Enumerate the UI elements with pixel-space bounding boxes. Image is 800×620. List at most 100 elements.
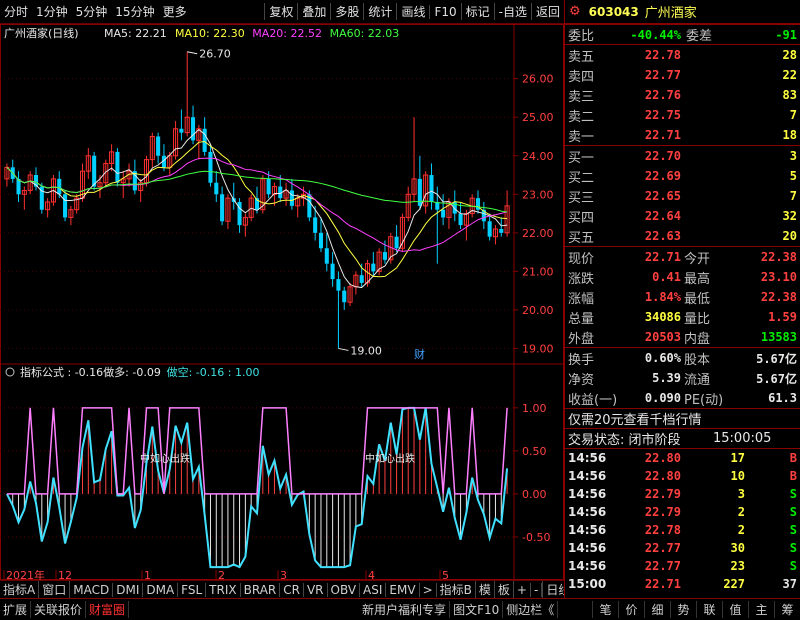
book-volume: 83 <box>782 88 797 102</box>
stat-row: 涨幅 1.84% 最低 22.38 <box>565 287 800 307</box>
book-label: 买二 <box>568 170 595 186</box>
toolbar-4[interactable]: 更多 <box>159 3 191 20</box>
candle-body <box>202 128 207 152</box>
candle-body <box>214 182 219 195</box>
toolbar-right-8[interactable]: 返回 <box>530 3 564 20</box>
stat-label: 涨幅 <box>568 291 595 307</box>
settings-icon[interactable]: ⚙ <box>569 4 581 19</box>
stat-label: 今开 <box>684 251 711 267</box>
bottom-tab-0[interactable]: 扩展 <box>0 601 32 618</box>
tick-direction: S <box>789 505 797 519</box>
chart-title: 广州酒家(日线) <box>4 26 79 40</box>
ind-tick-label: 0.50 <box>522 445 547 458</box>
fund-row: 换手 0.60% 股本 5.67亿 <box>565 348 800 368</box>
bottom-tab-2[interactable]: 财富圈 <box>86 601 130 618</box>
book-price: 22.69 <box>644 169 681 183</box>
book-row: 买四 22.64 32 <box>565 206 800 226</box>
toolbar-right-7[interactable]: -自选 <box>493 3 531 20</box>
indicator-tab-2[interactable]: MACD <box>70 582 114 597</box>
fund-label: 净资 <box>568 372 595 388</box>
toolbar-right-1[interactable]: 叠加 <box>297 3 330 20</box>
tick-price: 22.79 <box>644 505 681 519</box>
tick-direction: S <box>789 541 797 555</box>
stat-label: 最高 <box>684 271 711 287</box>
bottom-right-4[interactable]: 联 <box>696 601 722 618</box>
weibi-value: -40.44% <box>630 27 681 42</box>
candle-body <box>266 178 271 195</box>
fund-value: 5.39 <box>652 371 681 385</box>
bottom-right-5[interactable]: 值 <box>722 601 748 618</box>
book-price: 22.78 <box>644 48 681 62</box>
indicator-tab-14[interactable]: 指标B <box>437 581 476 598</box>
ma-label: MA10: 22.30 <box>175 27 245 40</box>
bottom-tab-1[interactable]: 关联报价 <box>31 601 87 618</box>
bottom-right-7[interactable]: 筹 <box>774 601 800 618</box>
indicator-tab-8[interactable]: CR <box>280 582 304 597</box>
ask-book: 卖五 22.78 28 卖四 22.77 22 卖三 22.76 83 卖二 22.75 7 卖一 22.… <box>565 44 800 145</box>
candle-body <box>208 151 213 183</box>
toolbar-right-2[interactable]: 多股 <box>330 3 363 20</box>
candle-body <box>318 232 324 249</box>
book-label: 买三 <box>568 190 595 206</box>
stat-row: 总量 34086 量比 1.59 <box>565 307 800 327</box>
indicator-tab-17[interactable]: + <box>514 582 531 597</box>
candle-body <box>394 236 399 249</box>
indicator-tab-12[interactable]: EMV <box>386 582 420 597</box>
indicator-tab-6[interactable]: TRIX <box>206 582 241 597</box>
book-row: 买五 22.63 20 <box>565 226 800 246</box>
bottom-right-1[interactable]: 价 <box>618 601 644 618</box>
bottom-right-3[interactable]: 势 <box>670 601 696 618</box>
book-volume: 18 <box>782 128 797 142</box>
indicator-tab-15[interactable]: 模 <box>476 581 495 598</box>
fund-label: PE(动) <box>684 392 724 408</box>
stat-label: 外盘 <box>568 331 595 347</box>
indicator-tab-18[interactable]: - <box>531 582 543 597</box>
stat-label: 总量 <box>568 311 595 327</box>
book-row: 卖三 22.76 83 <box>565 85 800 105</box>
stat-row: 外盘 20503 内盘 13583 <box>565 327 800 347</box>
indicator-tab-0[interactable]: 指标A <box>0 581 40 598</box>
indicator-tab-13[interactable]: > <box>420 582 437 597</box>
tick-direction: B <box>789 469 797 483</box>
toolbar-1[interactable]: 1分钟 <box>32 3 72 20</box>
promo-row[interactable]: 仅需20元查看千档行情 <box>565 408 800 428</box>
toolbar-0[interactable]: 分时 <box>0 3 32 20</box>
indicator-tab-1[interactable]: 窗口 <box>39 581 71 598</box>
toolbar-right-3[interactable]: 统计 <box>363 3 396 20</box>
indicator-tab-7[interactable]: BRAR <box>241 582 281 597</box>
toolbar-right-6[interactable]: 标记 <box>460 3 494 20</box>
toolbar-right-5[interactable]: F10 <box>429 4 460 19</box>
bottom-right-6[interactable]: 主 <box>748 601 774 618</box>
indicator-tab-4[interactable]: DMA <box>143 582 179 597</box>
kline-chart[interactable]: 广州酒家(日线) MA5: 22.21 MA10: 22.30 MA20: 22.52… <box>0 24 564 582</box>
indicator-tab-9[interactable]: VR <box>304 582 328 597</box>
status-row: 交易状态: 闭市阶段 15:00:05 <box>565 428 800 448</box>
fund-value: 61.3 <box>768 391 797 405</box>
bottom-right-0[interactable]: 笔 <box>592 601 618 618</box>
indicator-label: 指标公式 : -0.16 <box>20 365 103 379</box>
tick-time: 14:56 <box>568 505 607 519</box>
indicator-tab-16[interactable]: 板 <box>495 581 514 598</box>
tick-time: 14:56 <box>568 559 607 573</box>
indicator-tab-10[interactable]: OBV <box>328 582 361 597</box>
promo-text[interactable]: 仅需20元查看千档行情 <box>565 409 702 428</box>
candle-body <box>487 221 492 237</box>
book-row: 卖四 22.77 22 <box>565 65 800 85</box>
tick-volume: 17 <box>730 451 745 465</box>
stat-label: 最低 <box>684 291 711 307</box>
indicator-tab-5[interactable]: FSL <box>178 582 207 597</box>
toolbar-right-4[interactable]: 画线 <box>396 3 429 20</box>
toolbar-right-0[interactable]: 复权 <box>264 3 297 20</box>
indicator-tab-3[interactable]: DMI <box>113 582 144 597</box>
tick-row: 14:56 22.78 2 S <box>565 521 800 539</box>
bottom-tab-4[interactable]: 图文F10 <box>450 601 504 618</box>
indicator-tab-11[interactable]: ASI <box>360 582 387 597</box>
x-tick-label: 2 <box>218 569 225 580</box>
y-tick-label: 26.00 <box>522 73 554 86</box>
bottom-tab-3[interactable]: 新用户福利专享 <box>359 601 451 618</box>
toolbar-2[interactable]: 5分钟 <box>72 3 112 20</box>
bottom-right-2[interactable]: 细 <box>644 601 670 618</box>
toolbar-3[interactable]: 15分钟 <box>111 3 158 20</box>
bottom-tab-5[interactable]: 侧边栏《 <box>503 601 559 618</box>
stat-label: 现价 <box>568 251 595 267</box>
